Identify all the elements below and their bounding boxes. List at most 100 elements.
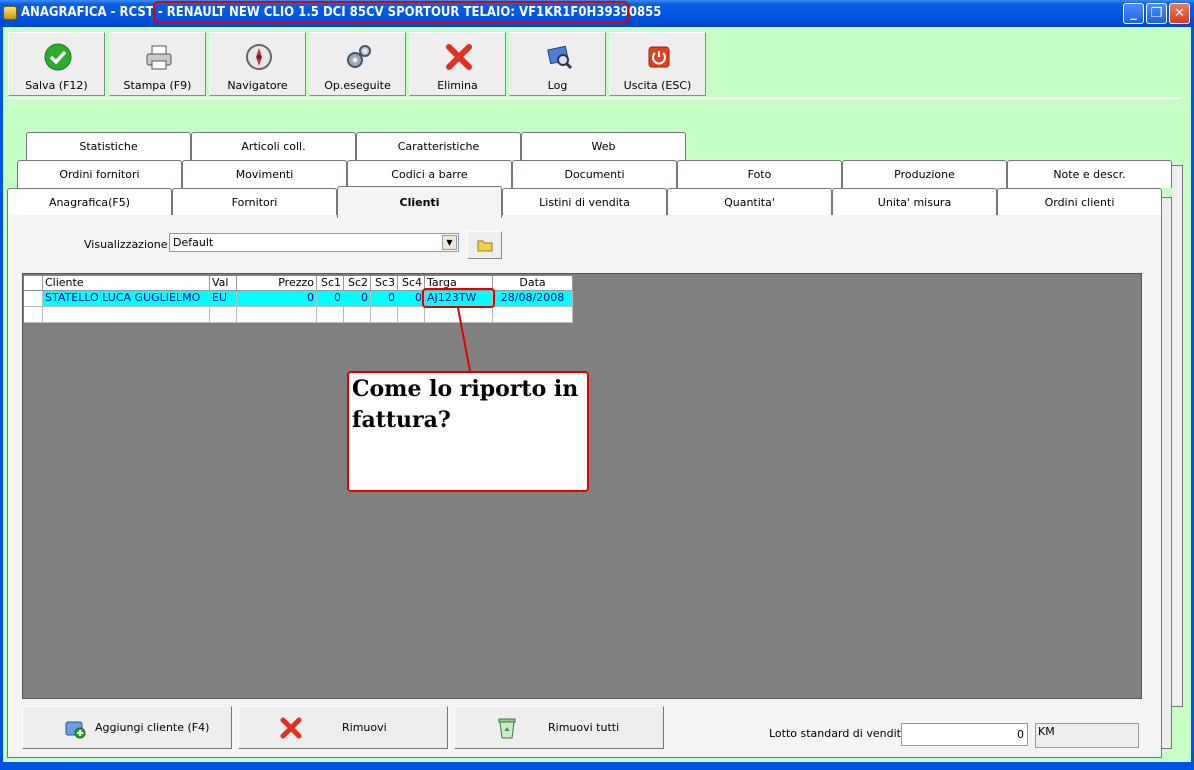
tab-page-edge [1162, 197, 1172, 749]
operations-button[interactable]: Op.eseguite [309, 32, 406, 96]
tab-anagrafica[interactable]: Anagrafica(F5) [7, 188, 172, 216]
row-indicator-header [24, 276, 43, 291]
tab-articoli-coll[interactable]: Articoli coll. [191, 132, 356, 160]
close-icon: ✕ [1174, 6, 1185, 21]
column-header-prezzo[interactable]: Prezzo [237, 276, 317, 291]
red-x-icon [446, 44, 472, 70]
cell-sc3[interactable]: 0 [371, 291, 398, 307]
delete-label: Elimina [437, 79, 478, 92]
toolbar-separator [5, 98, 1181, 101]
remove-all-label: Rimuovi tutti [548, 721, 620, 734]
title-bar[interactable]: ANAGRAFICA - RCST - RENAULT NEW CLIO 1.5… [0, 0, 1194, 27]
delete-button[interactable]: Elimina [409, 32, 506, 96]
view-label: Visualizzazione : [84, 238, 175, 251]
column-header-sc2[interactable]: Sc2 [344, 276, 371, 291]
new-row-cell[interactable] [371, 307, 398, 323]
view-select-value: Default [173, 236, 214, 249]
remove-label: Rimuovi [342, 721, 387, 734]
app-icon[interactable] [3, 6, 17, 20]
cell-sc4[interactable]: 0 [398, 291, 425, 307]
close-button[interactable]: ✕ [1169, 3, 1190, 24]
restore-button[interactable]: ❐ [1146, 3, 1167, 24]
remove-button[interactable]: Rimuovi [238, 706, 448, 749]
tab-documenti[interactable]: Documenti [512, 160, 677, 188]
tab-fornitori[interactable]: Fornitori [172, 188, 337, 216]
column-header-val[interactable]: Val [210, 276, 237, 291]
new-row-cell[interactable] [317, 307, 344, 323]
folder-icon [477, 240, 493, 252]
tab-note-e-descr[interactable]: Note e descr. [1007, 160, 1172, 188]
tab-caratteristiche[interactable]: Caratteristiche [356, 132, 521, 160]
log-label: Log [547, 79, 568, 92]
new-row-cell[interactable] [425, 307, 493, 323]
add-client-button[interactable]: Aggiungi cliente (F4) [22, 706, 232, 749]
print-button[interactable]: Stampa (F9) [109, 32, 206, 96]
row-indicator[interactable] [24, 291, 43, 307]
tab-listini-di-vendita[interactable]: Listini di vendita [502, 188, 667, 216]
tab-ordini-fornitori[interactable]: Ordini fornitori [17, 160, 182, 188]
callout-note: Come lo riporto in fattura? [347, 371, 589, 492]
navigator-button[interactable]: Navigatore [209, 32, 306, 96]
remove-all-button[interactable]: Rimuovi tutti [454, 706, 664, 749]
gears-icon [347, 45, 371, 68]
cell-cliente[interactable]: STATELLO LUCA GUGLIELMO [43, 291, 210, 307]
tab-codici-a-barre[interactable]: Codici a barre [347, 160, 512, 188]
exit-button[interactable]: Uscita (ESC) [609, 32, 706, 96]
column-header-sc4[interactable]: Sc4 [398, 276, 425, 291]
column-header-sc1[interactable]: Sc1 [317, 276, 344, 291]
lotto-label: Lotto standard di vendita : [769, 727, 915, 740]
cell-data[interactable]: 28/08/2008 [493, 291, 573, 307]
tab-clienti[interactable]: Clienti [337, 186, 502, 218]
view-select[interactable]: Default ▼ [169, 233, 459, 252]
tab-produzione[interactable]: Produzione [842, 160, 1007, 188]
new-row-cell[interactable] [398, 307, 425, 323]
tab-foto[interactable]: Foto [677, 160, 842, 188]
exit-label: Uscita (ESC) [623, 79, 692, 92]
add-client-icon [65, 721, 86, 739]
compass-icon [246, 44, 272, 70]
save-label: Salva (F12) [25, 79, 88, 92]
tab-unita-misura[interactable]: Unita' misura [832, 188, 997, 216]
new-row-cell[interactable] [43, 307, 210, 323]
tab-ordini-clienti[interactable]: Ordini clienti [997, 188, 1162, 216]
lotto-input[interactable]: 0 [901, 723, 1028, 746]
minimize-button[interactable]: _ [1123, 3, 1144, 24]
column-header-sc3[interactable]: Sc3 [371, 276, 398, 291]
log-search-icon [547, 45, 573, 70]
tab-web[interactable]: Web [521, 132, 686, 160]
new-row-indicator[interactable] [24, 307, 43, 323]
column-header-data[interactable]: Data [493, 276, 573, 291]
cell-sc2[interactable]: 0 [344, 291, 371, 307]
new-row-cell[interactable] [237, 307, 317, 323]
remove-x-icon [280, 717, 302, 739]
tab-quantita[interactable]: Quantita' [667, 188, 832, 216]
tab-movimenti[interactable]: Movimenti [182, 160, 347, 188]
add-client-label: Aggiungi cliente (F4) [95, 721, 210, 734]
unit-field: KM [1035, 723, 1139, 748]
chevron-down-icon[interactable]: ▼ [442, 235, 457, 250]
new-row-cell[interactable] [344, 307, 371, 323]
restore-icon: ❐ [1150, 6, 1163, 21]
open-folder-button[interactable] [467, 231, 502, 259]
minimize-icon: _ [1130, 6, 1137, 21]
window-left-border [0, 27, 3, 770]
cell-sc1[interactable]: 0 [317, 291, 344, 307]
save-button[interactable]: Salva (F12) [8, 32, 105, 96]
printer-icon [146, 45, 172, 70]
title-highlight-box [153, 1, 629, 24]
checkmark-icon [44, 43, 72, 71]
operations-label: Op.eseguite [324, 79, 391, 92]
cell-val[interactable]: EU [210, 291, 237, 307]
tab-statistiche[interactable]: Statistiche [26, 132, 191, 160]
title-prefix: ANAGRAFICA - RCST - [21, 5, 167, 20]
column-header-cliente[interactable]: Cliente [43, 276, 210, 291]
targa-highlight-box [422, 288, 495, 308]
new-row-cell[interactable] [493, 307, 573, 323]
tab-page-edge [1172, 165, 1183, 707]
new-row-cell[interactable] [210, 307, 237, 323]
print-label: Stampa (F9) [123, 79, 192, 92]
cell-prezzo[interactable]: 0 [237, 291, 317, 307]
navigator-label: Navigatore [227, 79, 288, 92]
log-button[interactable]: Log [509, 32, 606, 96]
toolbar: Salva (F12) Stampa (F9) Navigatore Op.es… [7, 31, 1183, 99]
